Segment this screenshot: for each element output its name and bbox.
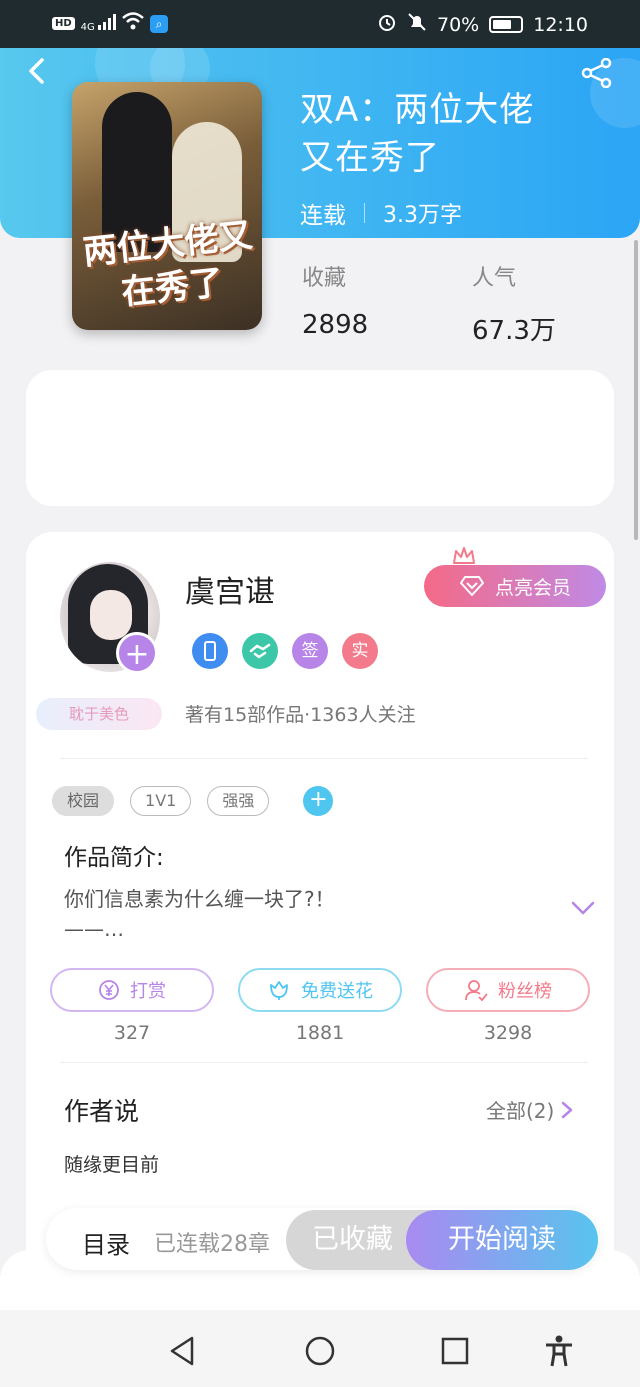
chevron-left-icon — [29, 58, 44, 84]
book-title: 双A：两位大佬 又在秀了 — [300, 86, 600, 182]
author-say-title: 作者说 — [64, 1097, 140, 1126]
start-reading-button[interactable]: 开始阅读 — [406, 1210, 598, 1270]
intro-line: ——… — [64, 917, 124, 941]
author-say-all-label: 全部(2) — [486, 1099, 555, 1123]
serial-status: 连载 — [300, 203, 346, 229]
chapter-count[interactable]: 已连载28章 — [154, 1226, 270, 1258]
author-say-text: 随缘更目前 — [64, 1154, 160, 1176]
fan-rank-count: 3298 — [483, 1022, 533, 1044]
toc-button[interactable]: 目录 — [82, 1225, 130, 1260]
author-say-all-link[interactable]: 全部(2) — [486, 1095, 574, 1124]
tip-label: 打赏 — [130, 981, 166, 1002]
author-badges: 签 实 — [192, 633, 378, 669]
plus-icon: + — [309, 787, 328, 812]
phone-icon[interactable] — [192, 633, 228, 669]
favorites-label: 收藏 — [302, 266, 347, 291]
back-button[interactable] — [22, 56, 52, 86]
add-tag-button[interactable]: + — [303, 786, 334, 816]
popularity-label: 人气 — [472, 266, 517, 291]
divider — [60, 1062, 588, 1063]
plus-icon: + — [124, 637, 150, 672]
favorites-stat: 收藏 2898 — [302, 260, 368, 340]
user-rank-icon — [465, 980, 488, 1002]
flower-count: 1881 — [295, 1022, 345, 1044]
battery-icon — [489, 16, 524, 33]
signal-label: 4G — [80, 22, 95, 33]
popularity-stat: 人气 67.3万 — [472, 260, 556, 347]
status-left: HD 4G ⌕ — [52, 12, 168, 35]
sign-icon[interactable]: 签 — [292, 633, 328, 669]
accessibility-icon[interactable] — [542, 1334, 576, 1368]
tag-chip[interactable]: 校园 — [52, 786, 115, 816]
placeholder-card — [26, 370, 614, 506]
hd-icon: HD — [52, 17, 75, 30]
book-cover[interactable]: 两位大佬又在秀了 — [72, 82, 262, 330]
system-navbar — [0, 1310, 640, 1387]
author-name[interactable]: 虞宫谌 — [185, 567, 275, 611]
flower-icon — [270, 981, 288, 1000]
diamond-icon — [459, 576, 484, 596]
tag-list: 校园 1V1 强强 + — [52, 786, 334, 816]
divider — [60, 758, 588, 759]
vip-button[interactable]: 点亮会员 — [424, 565, 606, 607]
fan-rank-label: 粉丝榜 — [498, 981, 552, 1002]
battery-percent: 70% — [437, 13, 480, 36]
follow-author-button[interactable]: + — [116, 632, 158, 674]
clock: 12:10 — [533, 13, 588, 36]
signal-icon: 4G — [81, 14, 116, 33]
verified-icon[interactable]: 实 — [342, 633, 378, 669]
tag-chip[interactable]: 强强 — [207, 786, 270, 816]
app-search-icon: ⌕ — [149, 14, 168, 33]
home-circle-icon[interactable] — [303, 1334, 337, 1368]
status-right: 70% 12:10 — [377, 12, 588, 37]
back-triangle-icon[interactable] — [166, 1334, 200, 1368]
meta-divider — [364, 203, 365, 223]
crown-icon — [453, 547, 475, 564]
chevron-right-icon — [562, 1101, 573, 1118]
handshake-icon[interactable] — [242, 633, 278, 669]
avatar-face — [90, 590, 132, 640]
tip-count: 327 — [113, 1022, 151, 1044]
intro-line: 你们信息素为什么缠一块了?！ — [64, 887, 335, 911]
word-count: 3.3万字 — [383, 203, 462, 228]
book-title-line: 双A：两位大佬 — [300, 90, 535, 130]
fan-rank-action: 粉丝榜 3298 — [426, 968, 590, 1044]
intro-label: 作品简介: — [64, 845, 164, 871]
yen-icon — [99, 980, 119, 1000]
wifi-icon — [122, 12, 144, 35]
chevron-down-icon[interactable] — [570, 898, 596, 918]
flower-action: 免费送花 1881 — [238, 968, 402, 1044]
tag-chip[interactable]: 1V1 — [130, 786, 192, 816]
favorites-value: 2898 — [302, 310, 369, 340]
flower-button[interactable]: 免费送花 — [238, 968, 402, 1012]
action-row: 打赏 327 免费送花 1881 粉丝榜 3298 — [50, 968, 590, 1044]
book-meta: 连载 3.3万字 — [300, 196, 462, 230]
status-bar: HD 4G ⌕ 70% 12:10 — [0, 0, 640, 48]
recents-square-icon[interactable] — [438, 1334, 472, 1368]
vip-button-label: 点亮会员 — [494, 576, 571, 599]
share-icon — [581, 57, 612, 89]
author-title-tag: 耽于美色 — [36, 698, 162, 730]
popularity-value: 67.3万 — [472, 316, 556, 346]
alarm-icon — [377, 12, 397, 37]
book-title-line: 又在秀了 — [300, 138, 440, 178]
cover-title: 两位大佬又在秀了 — [81, 215, 255, 314]
tip-button[interactable]: 打赏 — [50, 968, 214, 1012]
tip-action: 打赏 327 — [50, 968, 214, 1044]
mute-icon — [407, 12, 427, 37]
flower-label: 免费送花 — [301, 981, 373, 1002]
intro-text[interactable]: 你们信息素为什么缠一块了?！ ——… — [64, 884, 544, 944]
scrollbar[interactable] — [634, 240, 638, 540]
works-summary: 著有15部作品·1363人关注 — [185, 704, 416, 726]
share-button[interactable] — [580, 57, 614, 89]
fan-rank-button[interactable]: 粉丝榜 — [426, 968, 590, 1012]
